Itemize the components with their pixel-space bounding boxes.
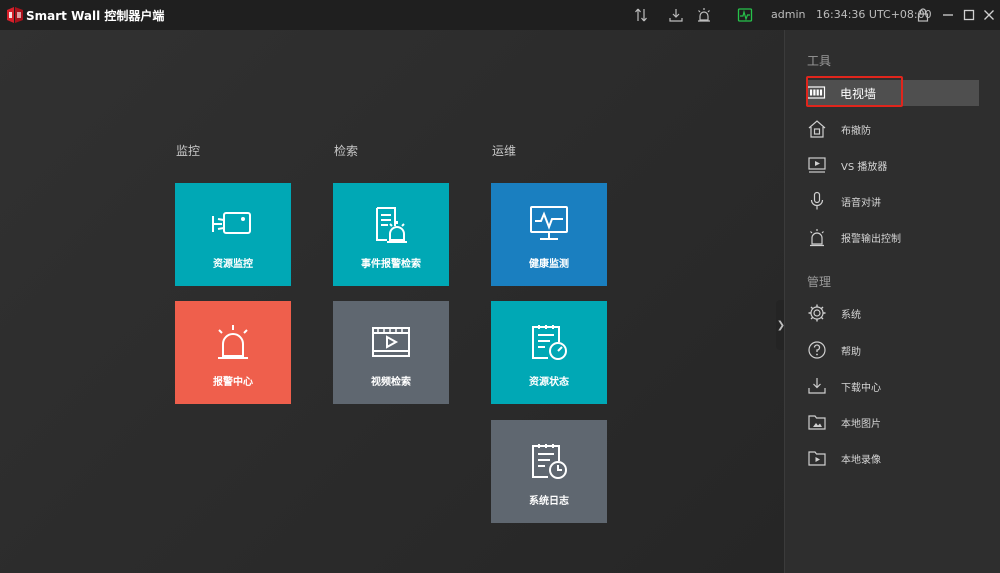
tile-video-search[interactable]: 视频检索	[333, 301, 449, 404]
sidebar-item-label: 本地录像	[841, 454, 881, 466]
alarm-light-icon	[218, 324, 248, 359]
sidebar-item-label: 系统	[841, 309, 861, 321]
download-center-icon	[808, 378, 826, 394]
tile-health-monitor[interactable]: 健康监测	[491, 183, 607, 286]
sidebar-item-label: 帮助	[841, 346, 861, 358]
health-monitor-icon	[530, 205, 568, 240]
system-log-icon	[532, 443, 567, 479]
sidebar-item-voice-intercom[interactable]: 语音对讲	[807, 188, 979, 214]
microphone-icon	[810, 191, 824, 210]
sidebar-item-label: 本地图片	[841, 418, 881, 430]
title-bar: Smart Wall 控制器户端 admin 16:34:36 UTC+08:0…	[0, 0, 1000, 30]
sidebar-item-arm-disarm[interactable]: 布撤防	[807, 116, 979, 142]
tile-resource-monitor[interactable]: 资源监控	[175, 183, 291, 286]
app-logo-icon	[7, 7, 23, 23]
tools-sidebar: 工具 电视墙 布撤防 VS 播放器 语音对讲 报警输出控制 管理 系统 帮助 下…	[784, 30, 1000, 573]
column-title-search: 检索	[334, 144, 359, 158]
tile-label: 报警中心	[213, 376, 253, 388]
tile-alarm-center[interactable]: 报警中心	[175, 301, 291, 404]
alarm-output-icon	[810, 229, 824, 247]
sidebar-item-label: 电视墙	[840, 86, 877, 101]
camera-icon	[212, 211, 251, 234]
help-icon	[808, 341, 826, 359]
current-user[interactable]: admin	[771, 8, 805, 21]
alarm-icon[interactable]	[696, 7, 712, 23]
arm-disarm-icon	[808, 120, 826, 138]
section-title-tools: 工具	[807, 54, 832, 68]
gear-icon	[808, 304, 826, 322]
sidebar-item-help[interactable]: 帮助	[807, 337, 979, 363]
event-search-icon	[376, 206, 407, 243]
sort-icon[interactable]	[633, 7, 649, 23]
lock-icon[interactable]	[915, 7, 931, 23]
column-title-maintenance: 运维	[492, 144, 517, 158]
tile-label: 健康监测	[529, 258, 569, 270]
tile-label: 事件报警检索	[361, 258, 421, 270]
minimize-icon[interactable]	[940, 7, 956, 23]
tile-label: 资源状态	[529, 376, 569, 388]
sidebar-item-label: VS 播放器	[841, 161, 888, 173]
app-title: Smart Wall 控制器户端	[26, 9, 165, 23]
video-search-icon	[372, 326, 410, 357]
sidebar-item-system[interactable]: 系统	[807, 300, 979, 326]
sidebar-item-label: 下载中心	[841, 382, 881, 394]
tile-resource-status[interactable]: 资源状态	[491, 301, 607, 404]
local-video-icon	[808, 451, 826, 466]
tile-label: 系统日志	[529, 495, 569, 507]
health-monitor-icon[interactable]	[737, 7, 753, 23]
tile-system-log[interactable]: 系统日志	[491, 420, 607, 523]
tile-label: 资源监控	[213, 258, 253, 270]
video-wall-icon	[806, 86, 826, 99]
sidebar-item-vs-player[interactable]: VS 播放器	[807, 152, 979, 178]
column-title-monitor: 监控	[176, 144, 201, 158]
tile-label: 视频检索	[371, 376, 411, 388]
sidebar-item-local-video[interactable]: 本地录像	[807, 445, 979, 471]
resource-status-icon	[532, 324, 567, 360]
download-icon[interactable]	[668, 7, 684, 23]
local-picture-icon	[808, 415, 826, 430]
main-workspace: 监控 检索 运维 资源监控 报警中心 事件报警检索 视频检索 健康监测 资源状态…	[0, 30, 784, 573]
section-title-manage: 管理	[807, 275, 832, 289]
sidebar-item-local-pictures[interactable]: 本地图片	[807, 409, 979, 435]
sidebar-item-label: 布撤防	[841, 125, 871, 137]
sidebar-item-video-wall[interactable]: 电视墙	[806, 80, 979, 106]
sidebar-item-alarm-output-control[interactable]: 报警输出控制	[807, 224, 979, 250]
sidebar-item-label: 报警输出控制	[841, 233, 901, 245]
sidebar-item-label: 语音对讲	[841, 197, 881, 209]
sidebar-item-download-center[interactable]: 下载中心	[807, 373, 979, 399]
tile-event-alarm-search[interactable]: 事件报警检索	[333, 183, 449, 286]
vs-player-icon	[808, 157, 826, 173]
close-icon[interactable]	[981, 7, 997, 23]
maximize-icon[interactable]	[961, 7, 977, 23]
